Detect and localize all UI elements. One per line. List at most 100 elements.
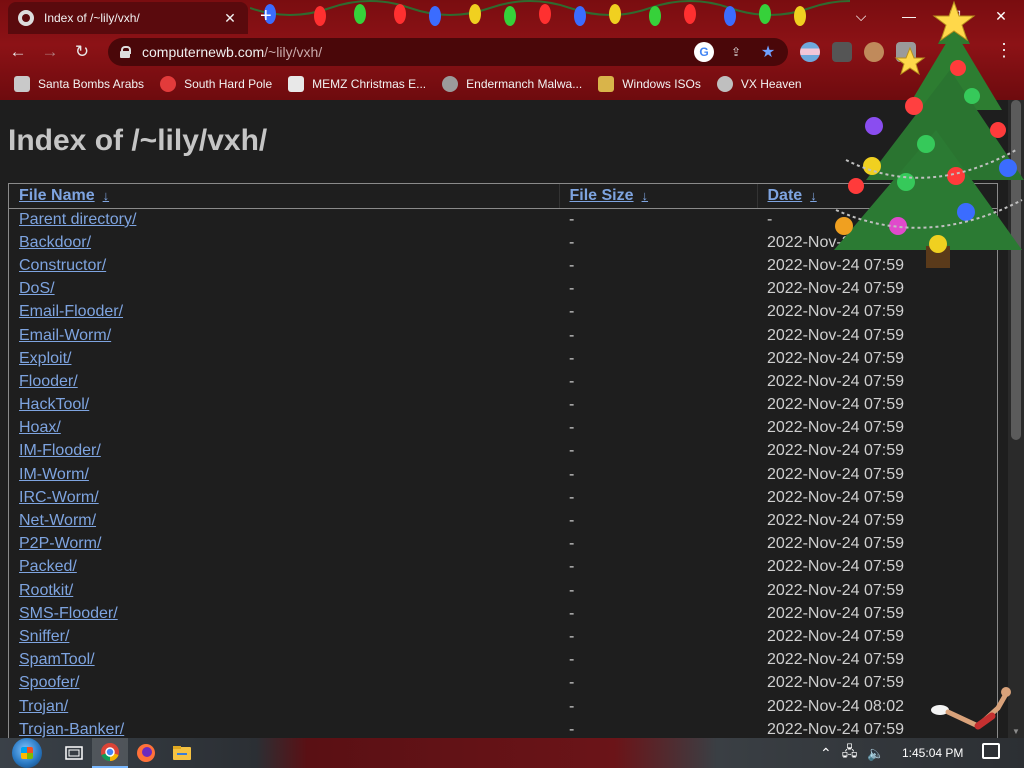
directory-link[interactable]: SMS-Flooder/ [19, 605, 118, 622]
bookmark-star-icon[interactable]: ★ [758, 42, 778, 62]
show-hidden-icons-chevron-icon[interactable]: ⌃ [820, 745, 832, 762]
bookmark-item[interactable]: VX Heaven [716, 76, 802, 92]
date-cell: 2022-Nov-24 07:59 [767, 627, 904, 645]
file-size-cell: - [569, 512, 575, 530]
directory-link[interactable]: P2P-Worm/ [19, 535, 101, 552]
table-row: Spoofer/-2022-Nov-24 07:59 [9, 672, 997, 695]
file-size-cell: - [569, 651, 575, 669]
directory-link[interactable]: Constructor/ [19, 257, 106, 274]
directory-link[interactable]: Email-Worm/ [19, 327, 111, 344]
table-row: IM-Flooder/ - 2022-Nov-24 07:59 [9, 440, 997, 463]
directory-link[interactable]: Backdoor/ [19, 234, 91, 251]
volume-icon[interactable]: 🔈 [867, 745, 884, 762]
firefox-icon[interactable] [128, 738, 164, 768]
forward-button[interactable]: → [36, 38, 64, 66]
sort-by-name-link[interactable]: File Name [19, 187, 95, 204]
network-icon[interactable]: 🖧 [842, 741, 858, 765]
bookmark-item[interactable]: Santa Bombs Arabs [14, 76, 144, 92]
tab-close-icon[interactable]: ✕ [222, 10, 238, 27]
table-row: Net-Worm/ - 2022-Nov-24 07:59 [9, 509, 997, 532]
sort-by-date-link[interactable]: Date [768, 187, 803, 204]
file-name-cell: Email-Flooder/ [9, 301, 559, 324]
reload-button[interactable]: ↻ [68, 38, 96, 66]
date-cell: 2022-Nov-24 07:59 [767, 349, 904, 367]
table-row: Trojan-Banker/-2022-Nov-24 07:59 [9, 718, 997, 738]
sort-arrow-icon[interactable]: ↓ [642, 188, 649, 203]
directory-link[interactable]: IM-Flooder/ [19, 442, 101, 459]
bookmark-item[interactable]: Windows ISOs [598, 76, 701, 92]
bookmark-item[interactable]: MEMZ Christmas E... [288, 76, 426, 92]
directory-link[interactable]: Exploit/ [19, 350, 71, 367]
bookmark-item[interactable]: South Hard Pole [160, 76, 272, 92]
chrome-icon[interactable] [92, 738, 128, 768]
bookmark-label: Santa Bombs Arabs [38, 77, 145, 91]
date-cell: 2022-Nov-24 07:59 [767, 581, 904, 599]
address-bar[interactable]: computernewb.com/~lily/vxh/ G ⇪ ★ [108, 38, 788, 66]
table-row: SpamTool/ - 2022-Nov-24 07:59 [9, 649, 997, 672]
file-name-cell: IM-Flooder/ [9, 440, 559, 463]
santa-icon [14, 76, 30, 92]
column-header-file-name[interactable]: File Name ↓ [9, 184, 559, 209]
file-size-cell: - [569, 558, 575, 576]
file-size-cell: - [569, 280, 575, 298]
directory-link[interactable]: Spoofer/ [19, 674, 79, 691]
date-cell: 2022-Nov-24 07:59 [767, 419, 904, 437]
table-row: Exploit/ - 2022-Nov-24 07:59 [9, 347, 997, 370]
file-name-cell: Sniffer/ [9, 625, 559, 648]
file-name-cell: Parent directory/ [9, 208, 559, 231]
file-size-cell: - [569, 372, 575, 390]
sort-arrow-icon[interactable]: ↓ [810, 188, 817, 203]
table-row: Email-Flooder/ - 2022-Nov-24 07:59 [9, 301, 997, 324]
directory-link[interactable]: Flooder/ [19, 373, 78, 390]
directory-link[interactable]: Trojan/ [19, 698, 68, 715]
action-center-icon[interactable] [982, 743, 1000, 759]
directory-link[interactable]: Parent directory/ [19, 211, 136, 228]
file-name-cell: Net-Worm/ [9, 509, 559, 532]
file-name-cell: IRC-Worm/ [9, 486, 559, 509]
bookmark-item[interactable]: Endermanch Malwa... [442, 76, 582, 92]
share-icon[interactable]: ⇪ [726, 42, 746, 62]
date-cell: 2022-Nov-24 07:59 [767, 442, 904, 460]
directory-link[interactable]: Net-Worm/ [19, 512, 96, 529]
start-button[interactable] [12, 738, 42, 768]
directory-link[interactable]: SpamTool/ [19, 651, 95, 668]
directory-link[interactable]: IRC-Worm/ [19, 489, 99, 506]
directory-link[interactable]: Rootkit/ [19, 582, 73, 599]
file-explorer-icon[interactable] [164, 738, 200, 768]
back-button[interactable]: ← [4, 38, 32, 66]
date-cell: 2022-Nov-24 07:59 [767, 512, 904, 530]
running-figure-decoration [931, 687, 1011, 730]
column-header-file-size[interactable]: File Size ↓ [558, 184, 757, 209]
new-tab-button[interactable]: + [260, 6, 272, 26]
scroll-down-arrow-icon[interactable]: ▼ [1012, 727, 1020, 736]
lock-icon[interactable] [120, 46, 131, 58]
google-lens-icon[interactable]: G [694, 42, 714, 62]
directory-link[interactable]: Email-Flooder/ [19, 303, 123, 320]
file-size-cell: - [569, 720, 575, 738]
table-row: DoS/ - 2022-Nov-24 07:59 [9, 278, 997, 301]
sort-by-size-link[interactable]: File Size [570, 187, 634, 204]
taskbar-clock[interactable]: 1:45:04 PM [902, 738, 963, 768]
browser-tab-active[interactable]: Index of /~lily/vxh/ ✕ [8, 2, 248, 34]
task-view-icon[interactable] [56, 738, 92, 768]
file-name-cell: Email-Worm/ [9, 324, 559, 347]
table-row: SMS-Flooder/ - 2022-Nov-24 07:59 [9, 602, 997, 625]
sort-arrow-icon[interactable]: ↓ [103, 188, 110, 203]
file-size-cell: - [569, 535, 575, 553]
directory-link[interactable]: Packed/ [19, 558, 77, 575]
directory-link[interactable]: IM-Worm/ [19, 466, 89, 483]
directory-link[interactable]: Sniffer/ [19, 628, 69, 645]
file-name-cell: Rootkit/ [9, 579, 559, 602]
directory-link[interactable]: DoS/ [19, 280, 55, 297]
bookmark-label: South Hard Pole [184, 77, 273, 91]
table-row: P2P-Worm/ - 2022-Nov-24 07:59 [9, 533, 997, 556]
file-name-cell: Trojan-Banker/ [9, 718, 559, 738]
directory-link[interactable]: Hoax/ [19, 419, 61, 436]
date-cell: 2022-Nov-24 07:59 [767, 372, 904, 390]
table-row: IRC-Worm/ - 2022-Nov-24 07:59 [9, 486, 997, 509]
directory-link[interactable]: HackTool/ [19, 396, 89, 413]
tab-title: Index of /~lily/vxh/ [44, 11, 140, 25]
directory-link[interactable]: Trojan-Banker/ [19, 721, 124, 738]
flag-extension-icon[interactable] [800, 42, 820, 62]
bookmark-label: Endermanch Malwa... [466, 77, 583, 91]
